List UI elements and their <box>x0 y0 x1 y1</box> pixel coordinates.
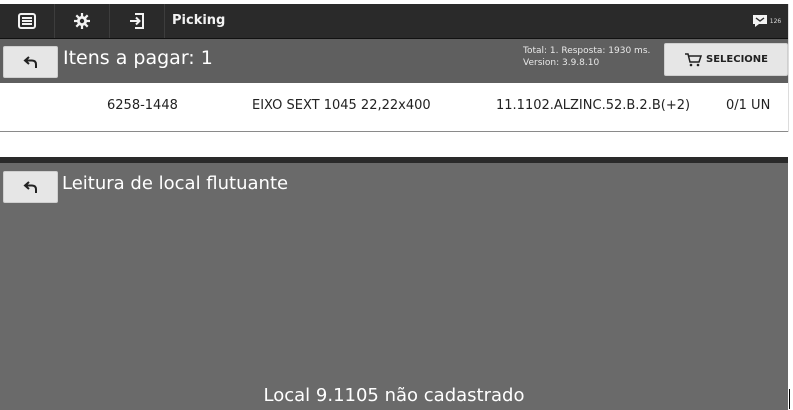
select-button-label: SELECIONE <box>706 54 768 65</box>
dialog-back-button[interactable] <box>3 171 58 203</box>
floating-location-dialog: Leitura de local flutuante Local 9.1105 … <box>0 157 788 410</box>
settings-button[interactable] <box>55 4 110 38</box>
dialog-title: Leitura de local flutuante <box>62 173 289 194</box>
item-quantity: 0/1 UN <box>726 98 771 113</box>
item-code: 6258-1448 <box>107 98 178 113</box>
response-stats: Total: 1. Resposta: 1930 ms. Version: 3.… <box>523 45 650 69</box>
error-message: Local 9.1105 não cadastrado <box>263 385 525 406</box>
item-description: EIXO SEXT 1045 22,22x400 <box>252 98 431 113</box>
top-toolbar: Picking 126 <box>0 4 788 39</box>
dialog-top-strip <box>0 157 788 163</box>
undo-arrow-icon <box>22 56 37 68</box>
undo-arrow-icon <box>22 181 37 193</box>
login-icon <box>130 13 144 29</box>
login-button[interactable] <box>110 4 165 38</box>
messages-button[interactable]: 126 <box>744 4 788 38</box>
table-row[interactable]: 6258-1448 EIXO SEXT 1045 22,22x400 11.11… <box>0 83 788 132</box>
response-stats-line: Total: 1. Resposta: 1930 ms. <box>523 46 651 56</box>
chat-icon <box>752 15 767 27</box>
notification-count: 126 <box>769 17 782 25</box>
list-menu-icon <box>18 13 36 29</box>
cart-icon <box>685 52 702 66</box>
item-location: 11.1102.ALZINC.52.B.2.B(+2) <box>496 98 691 113</box>
gear-icon <box>74 13 90 29</box>
picking-screen: Picking 126 Itens a pagar: 1 Total: 1. R… <box>0 4 789 132</box>
back-button[interactable] <box>3 46 58 78</box>
items-title: Itens a pagar: 1 <box>63 47 213 69</box>
select-button[interactable]: SELECIONE <box>664 43 788 76</box>
menu-button[interactable] <box>0 4 55 38</box>
screen-title: Picking <box>172 13 226 28</box>
version-label: Version: 3.9.8.10 <box>523 58 600 68</box>
edge-divider <box>789 389 790 409</box>
items-header: Itens a pagar: 1 Total: 1. Resposta: 193… <box>0 39 788 83</box>
